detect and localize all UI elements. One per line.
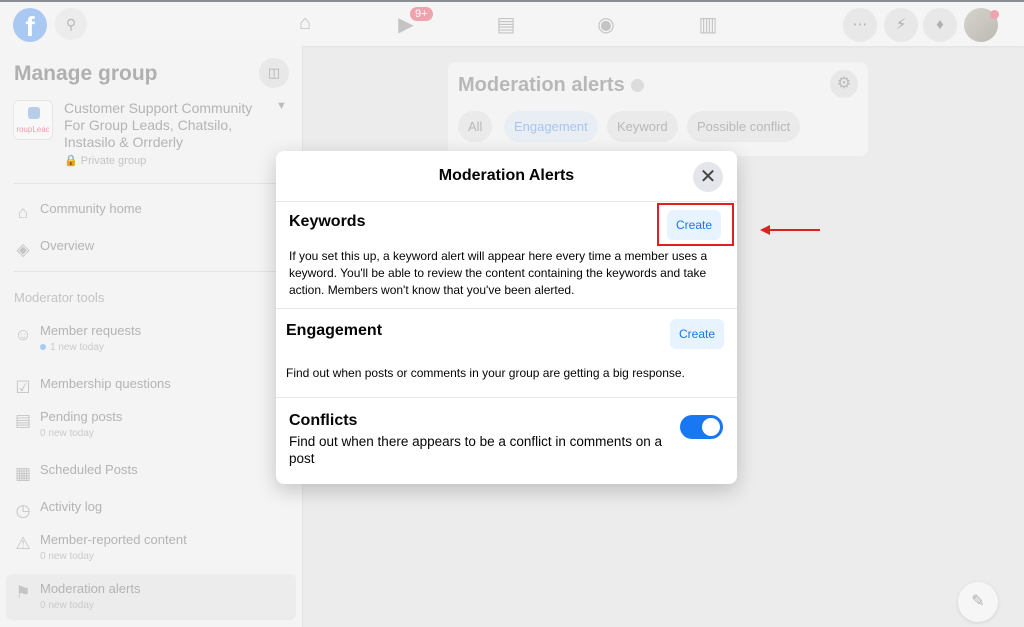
engagement-heading: Engagement bbox=[286, 322, 383, 339]
sidebar-item-overview[interactable]: ◈ Overview bbox=[6, 238, 296, 282]
group-logo-text: roupLeac bbox=[16, 125, 50, 134]
calendar-icon: ▦ bbox=[14, 464, 32, 483]
sidebar-title: Manage group bbox=[14, 62, 158, 85]
compose-icon[interactable]: ✎ bbox=[958, 582, 998, 622]
bell-icon[interactable]: ♦ bbox=[923, 8, 957, 42]
member-questions-icon: ☑ bbox=[15, 378, 31, 397]
messenger-icon[interactable]: ⚡ bbox=[884, 8, 918, 42]
filter-possible-conflict[interactable]: Possible conflict bbox=[687, 111, 801, 142]
divider bbox=[14, 271, 290, 272]
moderation-alert-icon: ⚑ bbox=[15, 583, 31, 602]
filter-all[interactable]: All bbox=[458, 111, 493, 142]
item-sub: 0 new today bbox=[40, 600, 94, 611]
engagement-description: Find out when posts or comments in your … bbox=[286, 366, 685, 380]
item-label: Community home bbox=[40, 201, 142, 216]
sidebar-item-member-requests[interactable]: ☺ Member requests 1 new today bbox=[6, 323, 296, 367]
divider bbox=[14, 183, 290, 184]
facebook-logo-icon[interactable]: f bbox=[13, 8, 47, 42]
item-subtext: 1 new today bbox=[40, 342, 104, 353]
group-logo[interactable]: roupLeac bbox=[13, 100, 53, 140]
filter-keyword[interactable]: Keyword bbox=[607, 111, 678, 142]
moderation-alerts-card: Moderation alerts ⚙ All Engagement Keywo… bbox=[448, 62, 868, 156]
item-label: Membership questions bbox=[40, 376, 171, 391]
group-name[interactable]: Customer Support Community For Group Lea… bbox=[64, 100, 264, 151]
gaming-icon[interactable]: ▥ bbox=[694, 12, 722, 38]
menu-grid-icon[interactable]: ⋯ bbox=[843, 8, 877, 42]
gear-icon[interactable]: ⚙ bbox=[830, 70, 858, 98]
sidebar-item-member-reported-content[interactable]: ⚠ Member-reported content 0 new today bbox=[6, 532, 296, 576]
item-label: Member requests bbox=[40, 323, 142, 338]
keywords-heading: Keywords bbox=[289, 213, 366, 230]
conflicts-toggle[interactable] bbox=[680, 415, 723, 439]
privacy-label: Private group bbox=[80, 155, 147, 167]
section-label: Moderator tools bbox=[14, 290, 105, 305]
item-label: Moderation alerts bbox=[40, 581, 141, 596]
filter-engagement[interactable]: Engagement bbox=[504, 111, 598, 142]
sidebar-item-moderation-alerts[interactable]: ⚑ Moderation alerts 0 new today bbox=[6, 574, 296, 620]
item-label: Activity log bbox=[40, 499, 103, 514]
chevron-down-icon[interactable]: ▼ bbox=[276, 100, 287, 112]
groups-icon[interactable]: ◉ bbox=[592, 12, 620, 38]
info-icon[interactable] bbox=[630, 79, 644, 93]
moderation-alerts-dialog: Moderation Alerts ✕ Keywords Create If y… bbox=[276, 151, 737, 484]
close-icon[interactable]: ✕ bbox=[693, 162, 723, 192]
divider bbox=[276, 397, 737, 398]
title-text: Moderation alerts bbox=[458, 74, 625, 96]
item-label: Member-reported content bbox=[40, 532, 187, 547]
layers-icon: ◈ bbox=[16, 240, 30, 259]
item-sub: 1 new today bbox=[50, 342, 104, 353]
item-label: Pending posts bbox=[40, 409, 123, 424]
item-label: Overview bbox=[40, 238, 95, 253]
home-icon: ⌂ bbox=[17, 203, 29, 222]
group-logo-mark-icon bbox=[28, 107, 40, 119]
pending-posts-icon: ▤ bbox=[14, 411, 32, 430]
collapse-sidebar-icon[interactable]: ◫ bbox=[259, 58, 289, 88]
engagement-create-button[interactable]: Create bbox=[670, 319, 724, 349]
avatar-notification-dot bbox=[990, 10, 999, 19]
clock-icon: ◷ bbox=[15, 501, 31, 520]
annotation-highlight-box bbox=[657, 203, 734, 246]
annotation-arrow-icon bbox=[760, 225, 820, 235]
group-privacy: 🔒 Private group bbox=[64, 155, 147, 167]
toggle-knob bbox=[702, 418, 720, 436]
marketplace-icon[interactable]: ▤ bbox=[492, 12, 520, 38]
manage-group-sidebar: Manage group ◫ roupLeac Customer Support… bbox=[0, 46, 303, 627]
conflicts-heading: Conflicts bbox=[289, 412, 358, 429]
divider bbox=[276, 201, 737, 202]
alert-icon: ⚠ bbox=[15, 534, 31, 553]
home-icon[interactable]: ⌂ bbox=[291, 12, 319, 38]
dialog-title: Moderation Alerts bbox=[438, 167, 575, 184]
notification-badge: 9+ bbox=[410, 7, 433, 21]
divider bbox=[276, 308, 737, 309]
page-title: Moderation alerts bbox=[458, 74, 644, 97]
unread-dot bbox=[40, 344, 46, 350]
conflicts-description: Find out when there appears to be a conf… bbox=[289, 434, 662, 466]
search-icon[interactable]: ⚲ bbox=[55, 8, 87, 40]
top-nav-bar: f ⚲ ⌂ ▶ 9+ ▤ ◉ ▥ ⋯ ⚡ ♦ bbox=[0, 0, 1024, 46]
person-add-icon: ☺ bbox=[14, 325, 32, 344]
sidebar-item-pending-posts[interactable]: ▤ Pending posts 0 new today bbox=[6, 409, 296, 453]
item-label: Scheduled Posts bbox=[40, 462, 138, 477]
item-sub: 0 new today bbox=[40, 551, 94, 562]
keywords-description: If you set this up, a keyword alert will… bbox=[289, 249, 708, 297]
item-sub: 0 new today bbox=[40, 428, 94, 439]
